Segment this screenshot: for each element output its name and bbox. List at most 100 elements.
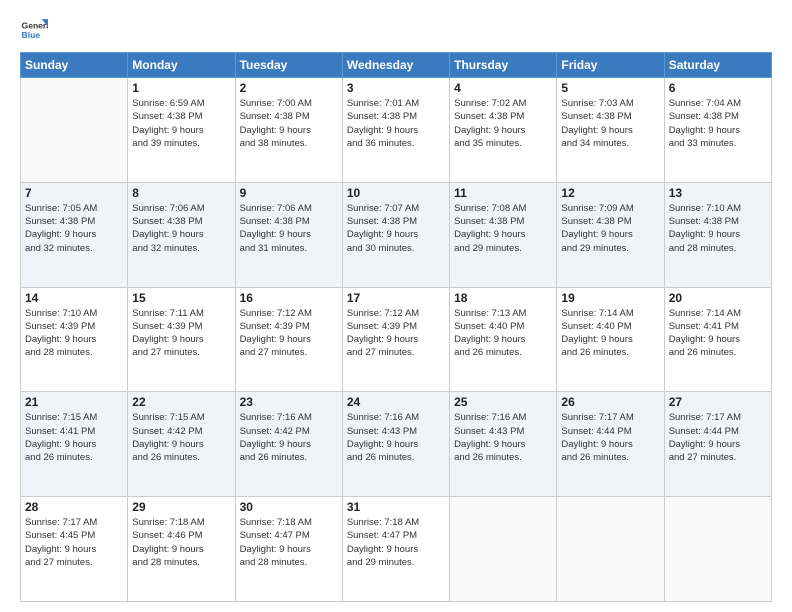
day-info: Sunrise: 7:13 AMSunset: 4:40 PMDaylight:… — [454, 307, 552, 360]
calendar-cell: 29Sunrise: 7:18 AMSunset: 4:46 PMDayligh… — [128, 497, 235, 602]
calendar-cell: 4 Sunrise: 7:02 AMSunset: 4:38 PMDaylight… — [450, 78, 557, 183]
day-info: Sunrise: 7:00 AMSunset: 4:38 PMDaylight:… — [240, 97, 338, 150]
day-info: Sunrise: 7:02 AMSunset: 4:38 PMDaylight:… — [454, 97, 552, 150]
calendar-cell: 15Sunrise: 7:11 AMSunset: 4:39 PMDayligh… — [128, 287, 235, 392]
day-number: 14 — [25, 291, 123, 305]
calendar-cell: 18 Sunrise: 7:13 AMSunset: 4:40 PMDayligh… — [450, 287, 557, 392]
day-number: 21 — [25, 395, 123, 409]
day-number: 24 — [347, 395, 445, 409]
calendar-cell: 3 Sunrise: 7:01 AMSunset: 4:38 PMDaylight… — [342, 78, 449, 183]
day-info: Sunrise: 7:16 AMSunset: 4:43 PMDaylight:… — [454, 411, 552, 464]
calendar-cell: 28 Sunrise: 7:17 AMSunset: 4:45 PMDayligh… — [21, 497, 128, 602]
calendar-cell: 13Sunrise: 7:10 AMSunset: 4:38 PMDayligh… — [664, 182, 771, 287]
day-number: 2 — [240, 81, 338, 95]
day-number: 18 — [454, 291, 552, 305]
day-info: Sunrise: 6:59 AMSunset: 4:38 PMDaylight:… — [132, 97, 230, 150]
day-info: Sunrise: 7:03 AMSunset: 4:38 PMDaylight:… — [561, 97, 659, 150]
day-number: 3 — [347, 81, 445, 95]
calendar-cell: 1Sunrise: 6:59 AMSunset: 4:38 PMDaylight… — [128, 78, 235, 183]
calendar-cell — [664, 497, 771, 602]
day-info: Sunrise: 7:10 AMSunset: 4:39 PMDaylight:… — [25, 307, 123, 360]
day-number: 9 — [240, 186, 338, 200]
day-info: Sunrise: 7:01 AMSunset: 4:38 PMDaylight:… — [347, 97, 445, 150]
day-of-week-header: Wednesday — [342, 53, 449, 78]
day-number: 31 — [347, 500, 445, 514]
calendar-cell: 6 Sunrise: 7:04 AMSunset: 4:38 PMDaylight… — [664, 78, 771, 183]
day-of-week-header: Sunday — [21, 53, 128, 78]
calendar-cell: 22 Sunrise: 7:15 AMSunset: 4:42 PMDayligh… — [128, 392, 235, 497]
day-of-week-header: Saturday — [664, 53, 771, 78]
calendar-cell: 25 Sunrise: 7:16 AMSunset: 4:43 PMDayligh… — [450, 392, 557, 497]
day-number: 17 — [347, 291, 445, 305]
day-info: Sunrise: 7:12 AMSunset: 4:39 PMDaylight:… — [240, 307, 338, 360]
calendar-cell: 7Sunrise: 7:05 AMSunset: 4:38 PMDaylight… — [21, 182, 128, 287]
calendar-cell: 17 Sunrise: 7:12 AMSunset: 4:39 PMDayligh… — [342, 287, 449, 392]
calendar-cell: 9 Sunrise: 7:06 AMSunset: 4:38 PMDaylight… — [235, 182, 342, 287]
day-info: Sunrise: 7:07 AMSunset: 4:38 PMDaylight:… — [347, 202, 445, 255]
day-number: 10 — [347, 186, 445, 200]
day-info: Sunrise: 7:18 AMSunset: 4:46 PMDaylight:… — [132, 516, 230, 569]
calendar-cell: 11 Sunrise: 7:08 AMSunset: 4:38 PMDayligh… — [450, 182, 557, 287]
day-number: 28 — [25, 500, 123, 514]
svg-text:Blue: Blue — [22, 30, 41, 40]
day-info: Sunrise: 7:09 AMSunset: 4:38 PMDaylight:… — [561, 202, 659, 255]
calendar-cell: 5 Sunrise: 7:03 AMSunset: 4:38 PMDaylight… — [557, 78, 664, 183]
logo-icon: General Blue — [20, 16, 48, 44]
calendar-cell: 27 Sunrise: 7:17 AMSunset: 4:44 PMDayligh… — [664, 392, 771, 497]
calendar-cell: 20Sunrise: 7:14 AMSunset: 4:41 PMDayligh… — [664, 287, 771, 392]
day-of-week-header: Friday — [557, 53, 664, 78]
calendar-cell: 14 Sunrise: 7:10 AMSunset: 4:39 PMDayligh… — [21, 287, 128, 392]
day-info: Sunrise: 7:04 AMSunset: 4:38 PMDaylight:… — [669, 97, 767, 150]
day-number: 11 — [454, 186, 552, 200]
day-number: 4 — [454, 81, 552, 95]
page: General Blue SundayMondayTuesdayWednesda… — [0, 0, 792, 612]
svg-text:General: General — [22, 20, 48, 30]
day-info: Sunrise: 7:17 AMSunset: 4:44 PMDaylight:… — [669, 411, 767, 464]
day-number: 16 — [240, 291, 338, 305]
day-number: 27 — [669, 395, 767, 409]
day-info: Sunrise: 7:06 AMSunset: 4:38 PMDaylight:… — [240, 202, 338, 255]
day-number: 22 — [132, 395, 230, 409]
logo: General Blue — [20, 16, 50, 44]
day-number: 26 — [561, 395, 659, 409]
calendar-cell — [21, 78, 128, 183]
day-info: Sunrise: 7:15 AMSunset: 4:41 PMDaylight:… — [25, 411, 123, 464]
day-number: 8 — [132, 186, 230, 200]
day-number: 6 — [669, 81, 767, 95]
day-info: Sunrise: 7:12 AMSunset: 4:39 PMDaylight:… — [347, 307, 445, 360]
day-info: Sunrise: 7:18 AMSunset: 4:47 PMDaylight:… — [347, 516, 445, 569]
day-number: 23 — [240, 395, 338, 409]
day-of-week-header: Tuesday — [235, 53, 342, 78]
header: General Blue — [20, 16, 772, 44]
calendar-cell: 30 Sunrise: 7:18 AMSunset: 4:47 PMDayligh… — [235, 497, 342, 602]
day-number: 12 — [561, 186, 659, 200]
day-number: 25 — [454, 395, 552, 409]
day-number: 13 — [669, 186, 767, 200]
day-info: Sunrise: 7:18 AMSunset: 4:47 PMDaylight:… — [240, 516, 338, 569]
day-info: Sunrise: 7:15 AMSunset: 4:42 PMDaylight:… — [132, 411, 230, 464]
calendar-cell: 31 Sunrise: 7:18 AMSunset: 4:47 PMDayligh… — [342, 497, 449, 602]
calendar-cell: 16 Sunrise: 7:12 AMSunset: 4:39 PMDayligh… — [235, 287, 342, 392]
day-info: Sunrise: 7:08 AMSunset: 4:38 PMDaylight:… — [454, 202, 552, 255]
day-info: Sunrise: 7:06 AMSunset: 4:38 PMDaylight:… — [132, 202, 230, 255]
day-of-week-header: Monday — [128, 53, 235, 78]
day-number: 20 — [669, 291, 767, 305]
calendar-cell — [450, 497, 557, 602]
calendar-cell: 19 Sunrise: 7:14 AMSunset: 4:40 PMDayligh… — [557, 287, 664, 392]
calendar-cell: 23Sunrise: 7:16 AMSunset: 4:42 PMDayligh… — [235, 392, 342, 497]
day-of-week-header: Thursday — [450, 53, 557, 78]
calendar-cell: 24 Sunrise: 7:16 AMSunset: 4:43 PMDayligh… — [342, 392, 449, 497]
day-number: 5 — [561, 81, 659, 95]
calendar-cell — [557, 497, 664, 602]
day-info: Sunrise: 7:17 AMSunset: 4:45 PMDaylight:… — [25, 516, 123, 569]
calendar-cell: 12 Sunrise: 7:09 AMSunset: 4:38 PMDayligh… — [557, 182, 664, 287]
day-info: Sunrise: 7:16 AMSunset: 4:43 PMDaylight:… — [347, 411, 445, 464]
day-number: 19 — [561, 291, 659, 305]
calendar-cell: 26Sunrise: 7:17 AMSunset: 4:44 PMDayligh… — [557, 392, 664, 497]
day-number: 7 — [25, 186, 123, 200]
calendar-cell: 2 Sunrise: 7:00 AMSunset: 4:38 PMDaylight… — [235, 78, 342, 183]
day-info: Sunrise: 7:14 AMSunset: 4:40 PMDaylight:… — [561, 307, 659, 360]
day-number: 30 — [240, 500, 338, 514]
calendar-table: SundayMondayTuesdayWednesdayThursdayFrid… — [20, 52, 772, 602]
calendar-cell: 10 Sunrise: 7:07 AMSunset: 4:38 PMDayligh… — [342, 182, 449, 287]
